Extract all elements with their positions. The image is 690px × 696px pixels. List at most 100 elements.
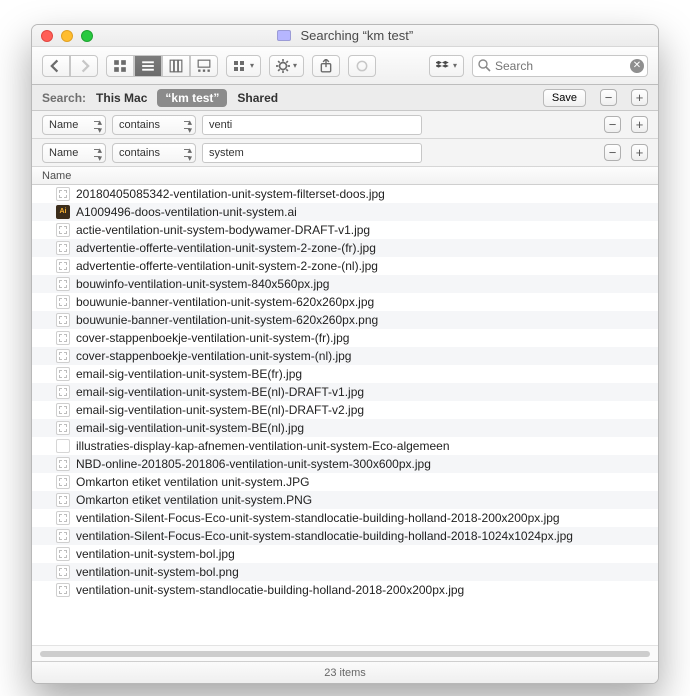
file-name: NBD-online-201805-201806-ventilation-uni…	[76, 457, 431, 471]
jpeg-file-icon	[56, 259, 70, 273]
file-row[interactable]: NBD-online-201805-201806-ventilation-uni…	[32, 455, 658, 473]
toolbar: ▾ ▾ ▾ ✕	[32, 47, 658, 85]
file-name: bouwinfo-ventilation-unit-system-840x560…	[76, 277, 329, 291]
search-icon	[478, 59, 491, 75]
file-name: advertentie-offerte-ventilation-unit-sys…	[76, 259, 378, 273]
file-row[interactable]: cover-stappenboekje-ventilation-unit-sys…	[32, 329, 658, 347]
scope-bar: Search: This Mac “km test” Shared Save −…	[32, 85, 658, 111]
filter-row: Name▴▾ contains▴▾ −+	[32, 139, 658, 167]
filter-row: Name▴▾ contains▴▾ −+	[32, 111, 658, 139]
file-name: 20180405085342-ventilation-unit-system-f…	[76, 187, 385, 201]
scope-shared[interactable]: Shared	[237, 91, 278, 105]
horizontal-scrollbar[interactable]	[32, 645, 658, 661]
icon-view-button[interactable]	[106, 55, 134, 77]
scrollbar-thumb[interactable]	[40, 651, 650, 657]
jpeg-file-icon	[56, 187, 70, 201]
scope-this-mac[interactable]: This Mac	[96, 91, 147, 105]
window-title: Searching “km test”	[32, 25, 658, 47]
remove-rule-button[interactable]: −	[604, 116, 621, 133]
file-row[interactable]: Omkarton etiket ventilation unit-system.…	[32, 473, 658, 491]
file-row[interactable]: Omkarton etiket ventilation unit-system.…	[32, 491, 658, 509]
column-header[interactable]: Name	[32, 167, 658, 185]
file-row[interactable]: ventilation-unit-system-standlocatie-bui…	[32, 581, 658, 599]
add-rule-button[interactable]: +	[631, 144, 648, 161]
file-row[interactable]: illustraties-display-kap-afnemen-ventila…	[32, 437, 658, 455]
filter-attribute-select[interactable]: Name▴▾	[42, 115, 106, 135]
file-name: email-sig-ventilation-unit-system-BE(nl)…	[76, 421, 304, 435]
chevron-down-icon: ▾	[453, 61, 457, 70]
filter-value-input[interactable]	[202, 143, 422, 163]
column-view-button[interactable]	[162, 55, 190, 77]
action-button[interactable]: ▾	[269, 55, 304, 77]
list-view-button[interactable]	[134, 55, 162, 77]
column-name: Name	[42, 170, 71, 182]
search-input[interactable]	[472, 55, 648, 77]
jpeg-file-icon	[56, 583, 70, 597]
back-button[interactable]	[42, 55, 70, 77]
jpeg-file-icon	[56, 385, 70, 399]
jpeg-file-icon	[56, 313, 70, 327]
file-name: email-sig-ventilation-unit-system-BE(fr)…	[76, 367, 302, 381]
jpeg-file-icon	[56, 457, 70, 471]
ai-file-icon: Ai	[56, 205, 70, 219]
gallery-view-button[interactable]	[190, 55, 218, 77]
file-name: bouwunie-banner-ventilation-unit-system-…	[76, 313, 378, 327]
search-field[interactable]: ✕	[472, 55, 648, 77]
arrange-group: ▾	[226, 55, 261, 77]
filter-attribute-select[interactable]: Name▴▾	[42, 143, 106, 163]
file-name: ventilation-Silent-Focus-Eco-unit-system…	[76, 529, 573, 543]
jpeg-file-icon	[56, 403, 70, 417]
file-name: A1009496-doos-ventilation-unit-system.ai	[76, 205, 297, 219]
file-row[interactable]: ventilation-unit-system-bol.png	[32, 563, 658, 581]
arrange-button[interactable]: ▾	[226, 55, 261, 77]
jpeg-file-icon	[56, 277, 70, 291]
file-row[interactable]: ventilation-Silent-Focus-Eco-unit-system…	[32, 509, 658, 527]
file-row[interactable]: email-sig-ventilation-unit-system-BE(nl)…	[32, 419, 658, 437]
tags-button[interactable]	[348, 55, 376, 77]
close-icon[interactable]	[41, 30, 53, 42]
jpeg-file-icon	[56, 223, 70, 237]
jpeg-file-icon	[56, 511, 70, 525]
file-row[interactable]: advertentie-offerte-ventilation-unit-sys…	[32, 239, 658, 257]
filter-operator-select[interactable]: contains▴▾	[112, 143, 196, 163]
jpeg-file-icon	[56, 241, 70, 255]
file-row[interactable]: bouwunie-banner-ventilation-unit-system-…	[32, 293, 658, 311]
file-name: cover-stappenboekje-ventilation-unit-sys…	[76, 331, 349, 345]
file-list[interactable]: 20180405085342-ventilation-unit-system-f…	[32, 185, 658, 645]
jpeg-file-icon	[56, 529, 70, 543]
file-row[interactable]: email-sig-ventilation-unit-system-BE(nl)…	[32, 401, 658, 419]
jpeg-file-icon	[56, 475, 70, 489]
filter-operator-select[interactable]: contains▴▾	[112, 115, 196, 135]
file-row[interactable]: cover-stappenboekje-ventilation-unit-sys…	[32, 347, 658, 365]
file-row[interactable]: advertentie-offerte-ventilation-unit-sys…	[32, 257, 658, 275]
file-row[interactable]: bouwinfo-ventilation-unit-system-840x560…	[32, 275, 658, 293]
file-name: email-sig-ventilation-unit-system-BE(nl)…	[76, 385, 364, 399]
file-row[interactable]: bouwunie-banner-ventilation-unit-system-…	[32, 311, 658, 329]
zoom-icon[interactable]	[81, 30, 93, 42]
forward-button[interactable]	[70, 55, 98, 77]
smart-folder-icon	[277, 30, 291, 41]
file-row[interactable]: actie-ventilation-unit-system-bodywamer-…	[32, 221, 658, 239]
window-title-text: Searching “km test”	[300, 28, 413, 43]
add-rule-button[interactable]: +	[631, 89, 648, 106]
filter-value-input[interactable]	[202, 115, 422, 135]
file-row[interactable]: 20180405085342-ventilation-unit-system-f…	[32, 185, 658, 203]
save-search-button[interactable]: Save	[543, 89, 586, 107]
dropbox-button[interactable]: ▾	[429, 55, 464, 77]
minimize-icon[interactable]	[61, 30, 73, 42]
remove-rule-button[interactable]: −	[600, 89, 617, 106]
scope-folder[interactable]: “km test”	[157, 89, 227, 107]
file-row[interactable]: email-sig-ventilation-unit-system-BE(fr)…	[32, 365, 658, 383]
clear-search-icon[interactable]: ✕	[630, 59, 644, 73]
file-row[interactable]: ventilation-Silent-Focus-Eco-unit-system…	[32, 527, 658, 545]
item-count: 23 items	[324, 667, 366, 679]
file-row[interactable]: email-sig-ventilation-unit-system-BE(nl)…	[32, 383, 658, 401]
save-label: Save	[552, 92, 577, 104]
share-button[interactable]	[312, 55, 340, 77]
add-rule-button[interactable]: +	[631, 116, 648, 133]
file-row[interactable]: Ai A1009496-doos-ventilation-unit-system.…	[32, 203, 658, 221]
file-row[interactable]: ventilation-unit-system-bol.jpg	[32, 545, 658, 563]
file-name: ventilation-unit-system-bol.jpg	[76, 547, 235, 561]
remove-rule-button[interactable]: −	[604, 144, 621, 161]
file-name: actie-ventilation-unit-system-bodywamer-…	[76, 223, 370, 237]
